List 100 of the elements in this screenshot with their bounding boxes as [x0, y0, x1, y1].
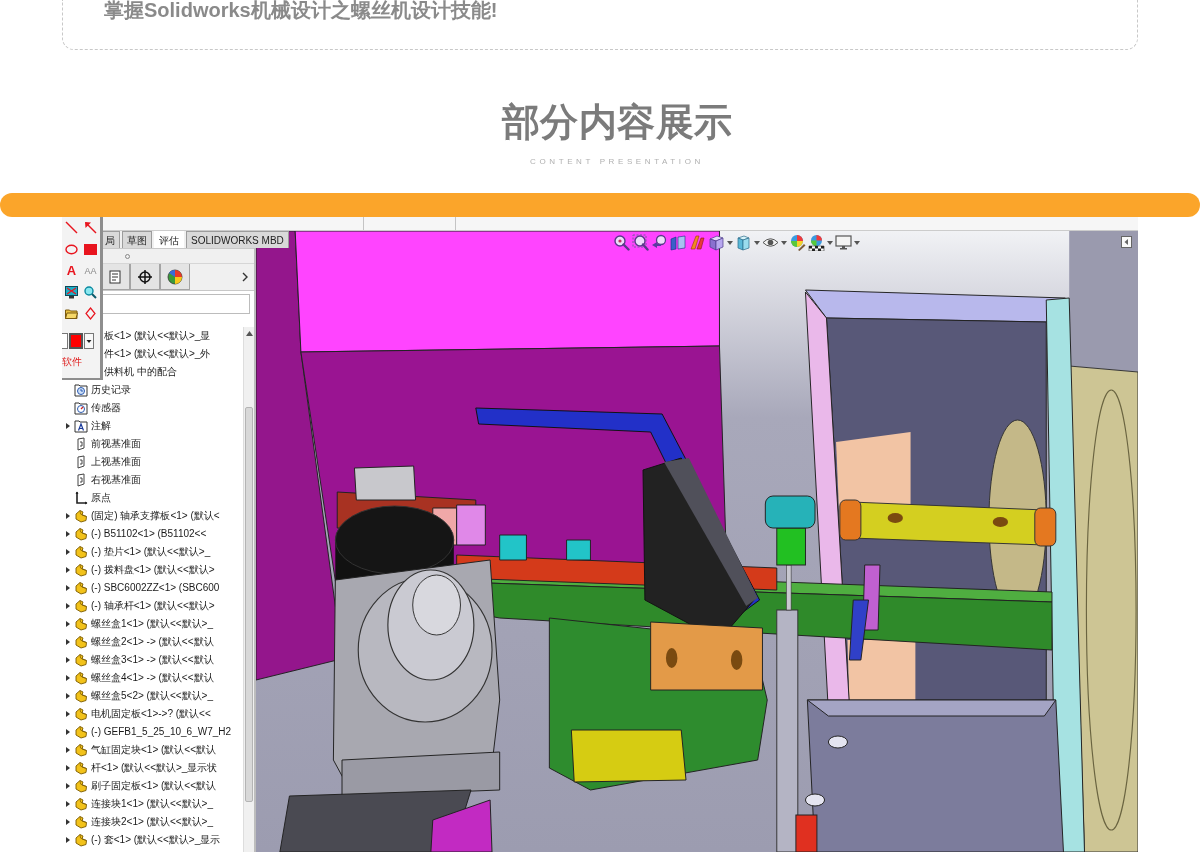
history-icon	[74, 383, 88, 397]
dropdown-icon[interactable]	[84, 332, 94, 349]
expand-arrow-icon[interactable]	[65, 639, 71, 645]
expand-arrow-icon[interactable]	[65, 765, 71, 771]
expand-arrow-icon[interactable]	[65, 549, 71, 555]
panel-tab[interactable]	[130, 264, 160, 290]
tree-item[interactable]: 连接块2<1> (默认<<默认>_	[91, 815, 213, 829]
scrollbar[interactable]	[243, 327, 254, 852]
part-icon	[74, 779, 88, 793]
tree-item[interactable]: 历史记录	[91, 383, 131, 397]
expand-arrow-icon[interactable]	[65, 603, 71, 609]
filter-field[interactable]	[100, 294, 250, 314]
tree-item[interactable]: (-) 套<1> (默认<<默认>_显示	[91, 833, 221, 847]
plane-icon	[74, 473, 88, 487]
tree-item[interactable]: (-) GEFB1_5_25_10_6_W7_H2	[91, 725, 232, 739]
tree-item[interactable]: 连接块1<1> (默认<<默认>_	[91, 797, 213, 811]
fitting	[795, 814, 818, 852]
tree-item[interactable]: (-) SBC6002ZZ<1> (SBC600	[91, 581, 220, 595]
tab[interactable]: SOLIDWORKS MBD	[186, 231, 289, 248]
text-tool[interactable]: A	[66, 264, 77, 277]
expand-arrow-icon[interactable]	[65, 657, 71, 663]
tree-item[interactable]: (固定) 轴承支撑板<1> (默认<	[91, 509, 220, 523]
part-icon	[74, 635, 88, 649]
arrow-icon[interactable]	[84, 221, 97, 235]
expand-arrow-icon[interactable]	[65, 747, 71, 753]
section-view-icon[interactable]	[670, 234, 687, 251]
caret-icon[interactable]	[754, 240, 760, 245]
caret-icon[interactable]	[781, 240, 787, 245]
tree-item[interactable]: 杆<1> (默认<<默认>_显示状	[91, 761, 218, 775]
tree-item[interactable]: 刷子固定板<1> (默认<<默认	[91, 779, 217, 793]
color-swatch[interactable]	[69, 332, 83, 349]
monitor-icon[interactable]	[835, 234, 852, 251]
annotation-icon	[74, 419, 88, 433]
section-subtitle: CONTENT PRESENTATION	[530, 157, 704, 167]
expand-arrow-icon[interactable]	[65, 837, 71, 843]
caret-icon[interactable]	[827, 240, 833, 245]
panel-toggle-icon[interactable]	[1121, 236, 1132, 248]
scroll-up-icon[interactable]	[245, 331, 253, 336]
tree-item[interactable]: 螺丝盒1<1> (默认<<默认>_	[91, 617, 213, 631]
part-icon	[74, 527, 88, 541]
expand-arrow-icon[interactable]	[65, 729, 71, 735]
tree-item[interactable]: (-) 轴承杆<1> (默认<<默认>	[91, 599, 215, 613]
tab[interactable]: 评估	[154, 231, 184, 248]
tree-item[interactable]: 螺丝盒5<2> (默认<<默认>_	[91, 689, 213, 703]
folder-icon[interactable]	[65, 308, 78, 320]
tree-item[interactable]: 供料机 中的配合	[104, 365, 177, 379]
appearance-icon[interactable]	[789, 234, 806, 251]
rectangle-icon[interactable]	[84, 243, 97, 255]
expand-arrow-icon[interactable]	[65, 513, 71, 519]
expand-arrow-icon[interactable]	[65, 423, 71, 429]
tree-item[interactable]: 气缸固定块<1> (默认<<默认	[91, 743, 217, 757]
part-icon	[74, 761, 88, 775]
tree-item[interactable]: 板<1> (默认<<默认>_显	[104, 329, 211, 343]
caret-icon[interactable]	[854, 240, 860, 245]
part-icon	[74, 599, 88, 613]
expand-arrow-icon[interactable]	[65, 801, 71, 807]
tree-item[interactable]: 螺丝盒2<1> -> (默认<<默认	[91, 635, 214, 649]
tree-item[interactable]: 传感器	[91, 401, 121, 415]
expand-arrow-icon[interactable]	[65, 783, 71, 789]
tab[interactable]: 草图	[122, 231, 152, 248]
plane-icon	[74, 455, 88, 469]
tree-item[interactable]: 螺丝盒3<1> -> (默认<<默认	[91, 653, 214, 667]
tree-item[interactable]: 电机固定板<1>->? (默认<<	[91, 707, 211, 721]
expand-arrow-icon[interactable]	[65, 819, 71, 825]
swatch-icon[interactable]	[62, 332, 68, 349]
zoom-area-icon[interactable]	[632, 234, 649, 251]
monitor-icon[interactable]	[65, 285, 78, 299]
previous-view-icon[interactable]	[651, 234, 668, 251]
zoom-fit-icon[interactable]	[613, 234, 630, 251]
tree-item[interactable]: (-) 垫片<1> (默认<<默认>_	[91, 545, 211, 559]
line-icon[interactable]	[65, 221, 78, 235]
part-icon	[74, 671, 88, 685]
expand-arrow-icon[interactable]	[65, 693, 71, 699]
tree-item[interactable]: 上视基准面	[91, 455, 141, 469]
origin-icon	[74, 491, 88, 505]
plane-icon	[74, 437, 88, 451]
ellipse-icon[interactable]	[65, 243, 78, 255]
caret-icon[interactable]	[727, 240, 733, 245]
expand-arrow-icon[interactable]	[65, 585, 71, 591]
tree-item[interactable]: 螺丝盒4<1> -> (默认<<默认	[91, 671, 214, 685]
scene-icon[interactable]	[808, 234, 825, 251]
expand-arrow-icon[interactable]	[65, 621, 71, 627]
scrollbar-thumb[interactable]	[245, 407, 253, 802]
tree-item[interactable]: 件<1> (默认<<默认>_外	[104, 347, 211, 361]
zoom-icon[interactable]	[84, 285, 97, 299]
display-style-icon[interactable]	[735, 234, 752, 251]
expand-arrow-icon[interactable]	[65, 531, 71, 537]
chevron-right-icon[interactable]	[242, 272, 248, 282]
part-icon	[74, 743, 88, 757]
tree-item[interactable]: 原点	[91, 491, 111, 505]
expand-arrow-icon[interactable]	[65, 711, 71, 717]
expand-arrow-icon[interactable]	[65, 675, 71, 681]
diamond-icon[interactable]	[85, 307, 96, 321]
view-orientation-icon[interactable]	[708, 234, 725, 251]
tree-item[interactable]: 前视基准面	[91, 437, 141, 451]
tree-item[interactable]: (-) 拨料盘<1> (默认<<默认>	[91, 563, 215, 577]
tree-item[interactable]: 注解	[91, 419, 111, 433]
tree-item[interactable]: 右视基准面	[91, 473, 141, 487]
expand-arrow-icon[interactable]	[65, 567, 71, 573]
tree-item[interactable]: (-) B51102<1> (B51102<<	[91, 527, 207, 541]
